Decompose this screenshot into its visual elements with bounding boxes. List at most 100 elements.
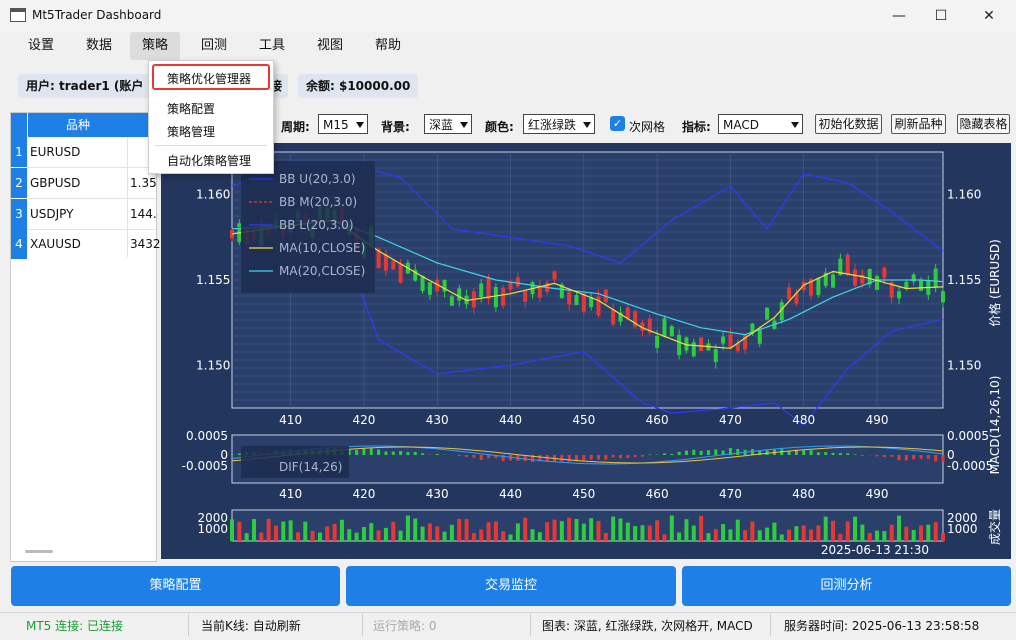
volume-bar — [325, 526, 329, 541]
price-chart[interactable]: BB U(20,3.0)BB M(20,3.0)BB L(20,3.0)MA(1… — [161, 143, 1011, 559]
volume-bar — [596, 521, 600, 541]
candle-body — [487, 278, 491, 298]
trade-monitor-button[interactable]: 交易监控 — [346, 566, 676, 606]
table-row-price[interactable]: 144. — [130, 199, 157, 229]
volume-bar — [274, 526, 278, 541]
row-number[interactable]: 2 — [11, 168, 27, 198]
macd-hist-bar — [920, 455, 923, 459]
close-button[interactable]: ✕ — [966, 0, 1012, 32]
menu-settings[interactable]: 设置 — [16, 32, 66, 60]
menu-item-strategy-optimizer[interactable]: 策略优化管理器 — [167, 70, 251, 87]
macd-hist-bar — [824, 452, 827, 455]
candle-body — [479, 283, 483, 297]
volume-bar — [443, 532, 447, 541]
chart-status: 图表: 深蓝, 红涨绿跌, 次网格开, MACD — [542, 617, 753, 634]
volume-bar — [633, 526, 637, 541]
volume-bar — [457, 519, 461, 541]
legend-entry: MA(20,CLOSE) — [279, 264, 365, 278]
macd-hist-bar — [883, 455, 886, 457]
macd-legend-entry: DIF(14,26) — [279, 460, 342, 474]
volume-bar — [399, 531, 403, 541]
menu-backtest[interactable]: 回测 — [189, 32, 239, 60]
menu-help[interactable]: 帮助 — [363, 32, 413, 60]
symbol-table: 品种 1 EURUSD 2 GBPUSD 1.35 3 USDJPY 144. … — [10, 112, 157, 562]
background-select[interactable]: 深蓝 — [424, 114, 472, 134]
period-select-value: M15 — [323, 118, 349, 132]
maximize-button[interactable]: ☐ — [918, 0, 964, 32]
strategy-config-button[interactable]: 策略配置 — [11, 566, 340, 606]
volume-bar — [230, 519, 234, 541]
volume-bar — [531, 529, 535, 541]
volume-bar — [743, 530, 747, 541]
table-row-symbol[interactable]: XAUUSD — [30, 229, 81, 259]
price-tick-left: 1.150 — [196, 358, 230, 372]
backtest-analysis-button[interactable]: 回测分析 — [682, 566, 1011, 606]
x-tick-label: 450 — [572, 413, 595, 427]
macd-hist-bar — [480, 455, 483, 460]
time-axis-label: 2025-06-13 21:30 — [821, 543, 929, 557]
volume-bar — [267, 519, 271, 541]
menu-tools[interactable]: 工具 — [247, 32, 297, 60]
menu-item-strategy-manage[interactable]: 策略管理 — [167, 123, 215, 140]
horizontal-scrollbar[interactable] — [25, 550, 53, 553]
row-number[interactable]: 3 — [11, 199, 27, 229]
volume-bar — [545, 522, 549, 541]
macd-tick-left: 0.0005 — [186, 429, 228, 443]
refresh-symbols-button[interactable]: 刷新品种 — [891, 114, 946, 134]
candle-body — [501, 288, 505, 306]
x-tick-label: 470 — [719, 487, 742, 501]
row-number[interactable]: 1 — [11, 137, 27, 167]
table-row-symbol[interactable]: EURUSD — [30, 137, 80, 167]
volume-bar — [560, 521, 564, 541]
indicator-select[interactable]: MACD — [718, 114, 803, 134]
price-axis-label: 价格 (EURUSD) — [987, 239, 1002, 327]
table-row-symbol[interactable]: USDJPY — [30, 199, 73, 229]
minor-grid-checkbox[interactable]: ✓ — [610, 116, 625, 131]
volume-bar — [582, 524, 586, 541]
minimize-button[interactable]: — — [876, 0, 922, 32]
chart-panel[interactable]: BB U(20,3.0)BB M(20,3.0)BB L(20,3.0)MA(1… — [161, 143, 1011, 559]
candle-body — [450, 296, 454, 305]
menu-data[interactable]: 数据 — [74, 32, 124, 60]
candle-body — [670, 326, 674, 336]
candle-body — [941, 291, 945, 302]
candle-body — [655, 336, 659, 348]
candle-body — [882, 268, 886, 278]
price-tick-right: 1.150 — [947, 358, 981, 372]
candle-body — [853, 270, 857, 286]
candle-body — [721, 337, 725, 344]
running-strategies-status: 运行策略: 0 — [373, 617, 437, 634]
minor-grid-label: 次网格 — [629, 118, 665, 135]
table-row-price[interactable]: 3432 — [130, 229, 161, 259]
volume-bar — [391, 522, 395, 541]
volume-bar — [765, 528, 769, 541]
color-select[interactable]: 红涨绿跌 — [523, 114, 595, 134]
candle-body — [662, 318, 666, 337]
volume-bar — [750, 521, 754, 541]
x-tick-label: 450 — [572, 487, 595, 501]
hide-table-button[interactable]: 隐藏表格 — [957, 114, 1010, 134]
candle-body — [816, 278, 820, 295]
macd-hist-bar — [582, 455, 585, 461]
volume-bar — [479, 529, 483, 541]
macd-hist-bar — [384, 452, 387, 455]
volume-bar — [362, 527, 366, 541]
volume-bar — [758, 530, 762, 541]
volume-bar — [648, 526, 652, 541]
menu-strategy[interactable]: 策略 — [130, 32, 180, 60]
volume-bar — [296, 532, 300, 541]
menu-bar: 设置 数据 策略 回测 工具 视图 帮助 — [0, 32, 1016, 60]
volume-bar — [494, 521, 498, 541]
menu-view[interactable]: 视图 — [305, 32, 355, 60]
macd-hist-bar — [370, 448, 373, 455]
volume-tick-left: 1000 — [197, 522, 228, 536]
period-select[interactable]: M15 — [318, 114, 368, 134]
table-row-symbol[interactable]: GBPUSD — [30, 168, 80, 198]
menu-item-strategy-config[interactable]: 策略配置 — [167, 100, 215, 117]
macd-hist-bar — [634, 455, 637, 457]
table-header-symbol[interactable]: 品种 — [28, 113, 128, 137]
row-number[interactable]: 4 — [11, 229, 27, 259]
volume-bar — [728, 529, 732, 541]
init-data-button[interactable]: 初始化数据 — [815, 114, 882, 134]
menu-item-auto-strategy[interactable]: 自动化策略管理 — [167, 152, 251, 169]
